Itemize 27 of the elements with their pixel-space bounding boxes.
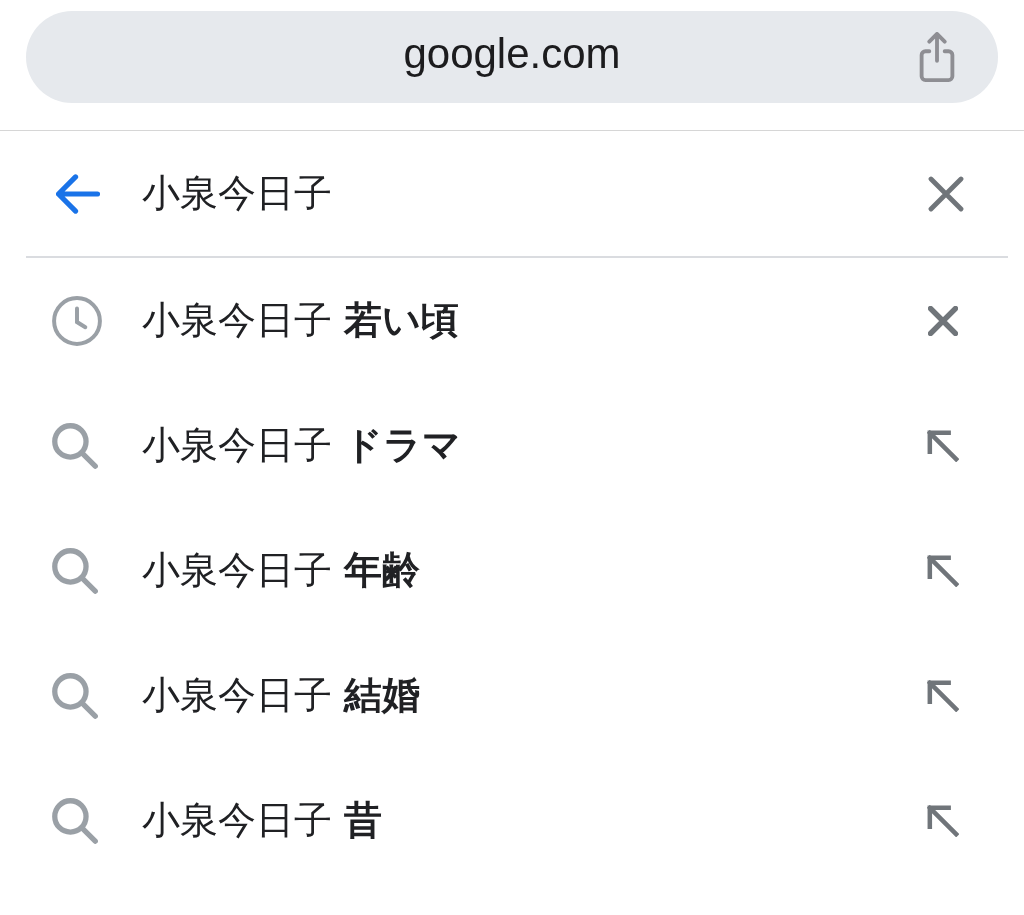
fill-query-button[interactable] xyxy=(927,679,959,712)
suggestion-text[interactable]: 小泉今日子 ドラマ xyxy=(142,422,923,469)
search-icon xyxy=(52,797,98,844)
suggestion-text[interactable]: 小泉今日子 結婚 xyxy=(142,672,923,719)
clear-button[interactable] xyxy=(928,175,964,212)
remove-button[interactable] xyxy=(928,305,958,336)
search-field[interactable]: 小泉今日子 xyxy=(142,167,886,220)
arrow-up-left-icon xyxy=(927,804,959,837)
close-icon xyxy=(928,305,958,336)
search-icon xyxy=(52,672,98,719)
search-icon xyxy=(52,422,98,469)
back-arrow-icon xyxy=(56,173,100,214)
search-icon xyxy=(52,547,98,594)
address-bar[interactable]: google.com xyxy=(26,11,998,103)
arrow-up-left-icon xyxy=(927,679,959,712)
clock-icon xyxy=(52,295,102,346)
fill-query-button[interactable] xyxy=(927,554,959,587)
arrow-up-left-icon xyxy=(927,429,959,462)
fill-query-button[interactable] xyxy=(927,804,959,837)
arrow-up-left-icon xyxy=(927,554,959,587)
suggestion-text[interactable]: 小泉今日子 昔 xyxy=(142,797,923,844)
fill-query-button[interactable] xyxy=(927,429,959,462)
url-text: google.com xyxy=(403,33,621,79)
back-button[interactable] xyxy=(56,173,100,214)
suggestion-text[interactable]: 小泉今日子 年齢 xyxy=(142,547,923,594)
close-icon xyxy=(928,175,964,212)
suggestion-text[interactable]: 小泉今日子 若い頃 xyxy=(142,297,923,344)
